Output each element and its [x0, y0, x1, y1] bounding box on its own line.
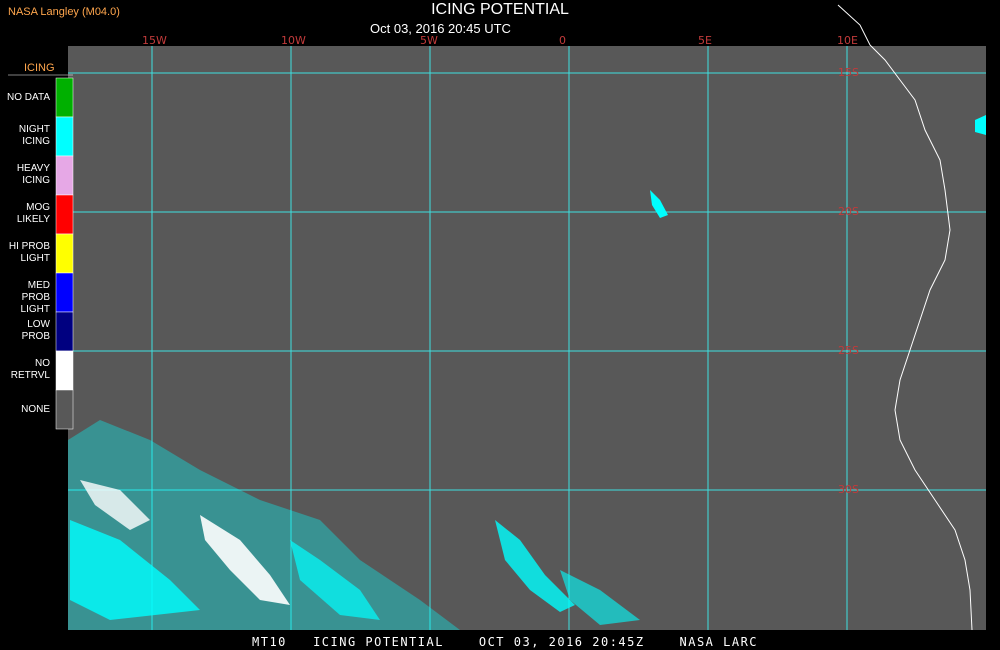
legend-label: NO RETRVL: [10, 358, 50, 381]
legend-label: MOG LIKELY: [16, 202, 50, 225]
legend-swatch: [55, 389, 74, 430]
legend-swatch: [55, 116, 74, 157]
legend-label: NIGHT ICING: [18, 124, 50, 147]
legend-label: HI PROB LIGHT: [8, 241, 50, 264]
icing-map: [8, 4, 1000, 631]
longitude-label: 15W: [142, 34, 167, 47]
latitude-label: 25S: [838, 344, 859, 357]
legend-label: HEAVY ICING: [16, 163, 50, 186]
longitude-label: 10W: [281, 34, 306, 47]
legend-label: LOW PROB: [21, 319, 50, 342]
legend-label: NONE: [21, 404, 50, 415]
legend-swatch: [55, 155, 74, 196]
longitude-label: 5E: [698, 34, 712, 47]
legend-swatch: [55, 350, 74, 391]
chart-title: ICING POTENTIAL: [431, 1, 569, 18]
legend-swatch: [55, 233, 74, 274]
latitude-label: 20S: [838, 205, 859, 218]
longitude-label: 0: [559, 34, 566, 47]
latitude-label: 30S: [838, 483, 859, 496]
legend-swatch: [55, 77, 74, 118]
legend-swatch: [55, 194, 74, 235]
legend-label: MED PROB LIGHT: [20, 280, 50, 315]
footer-caption: MT10 ICING POTENTIAL OCT 03, 2016 20:45Z…: [252, 635, 759, 649]
legend-title: ICING: [24, 62, 55, 74]
legend-swatch: [55, 272, 74, 313]
timestamp: Oct 03, 2016 20:45 UTC: [370, 21, 511, 36]
longitude-label: 10E: [837, 34, 858, 47]
legend-label: NO DATA: [7, 92, 50, 103]
legend-swatch: [55, 311, 74, 352]
latitude-label: 15S: [838, 66, 859, 79]
longitude-label: 5W: [420, 34, 438, 47]
